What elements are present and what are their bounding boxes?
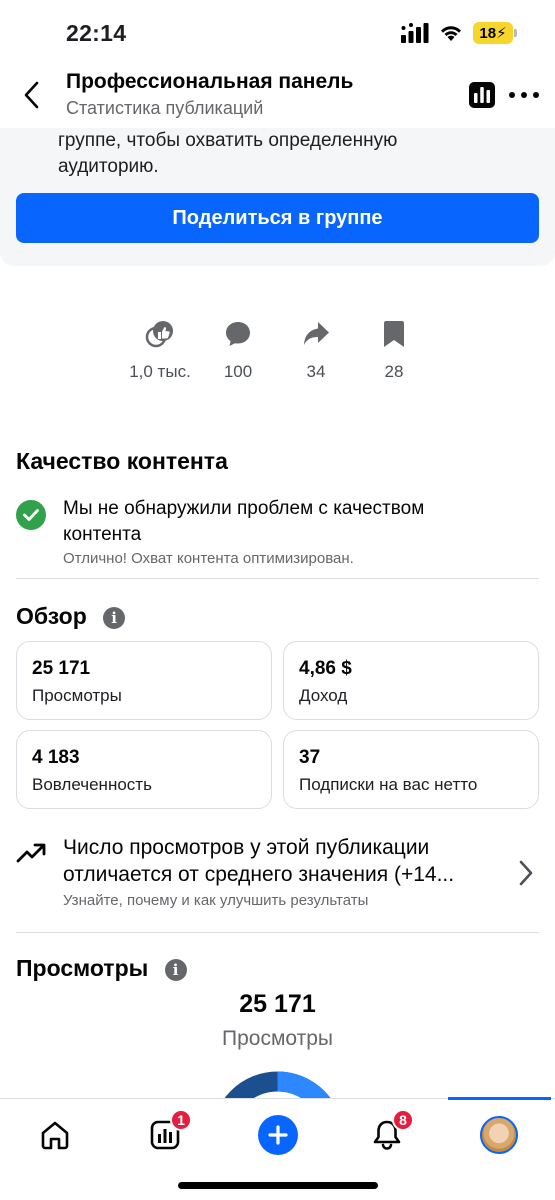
active-tab-indicator: [448, 1097, 551, 1100]
reactions-stat[interactable]: 1,0 тыс.: [115, 318, 205, 382]
nav-notifications[interactable]: 8: [362, 1109, 414, 1157]
shares-count: 34: [306, 362, 326, 381]
nav-professional-dashboard[interactable]: 1: [140, 1109, 192, 1157]
overview-card-label: Подписки на вас нетто: [299, 775, 478, 794]
bar-chart-icon: [469, 82, 495, 108]
more-options-button[interactable]: [509, 82, 539, 108]
back-button[interactable]: [18, 78, 44, 112]
page-subtitle: Статистика публикаций: [66, 98, 264, 118]
content-quality-subtext: Отлично! Охват контента оптимизирован.: [63, 550, 354, 567]
shares-stat[interactable]: 34: [271, 318, 361, 382]
overview-card-value: 25 171: [32, 658, 91, 679]
insights-chart-button[interactable]: [469, 82, 495, 108]
notification-badge: 1: [170, 1109, 192, 1131]
overview-card-label: Просмотры: [32, 686, 122, 705]
overview-title-text: Обзор: [16, 603, 87, 629]
views-total-label: Просмотры: [222, 1027, 333, 1050]
overview-card-views[interactable]: 25 171 Просмотры: [16, 641, 272, 720]
battery-icon: 18 ⚡: [473, 22, 517, 44]
overview-card-engagement[interactable]: 4 183 Вовлеченность: [16, 730, 272, 809]
saves-count: 28: [384, 362, 404, 381]
insight-text-line: Число просмотров у этой публикации: [63, 836, 430, 859]
saves-stat[interactable]: 28: [349, 318, 439, 382]
overview-card-value: 4,86 $: [299, 658, 352, 679]
insight-text-line: отличается от среднего значения (+14...: [63, 863, 455, 886]
info-icon[interactable]: i: [103, 606, 126, 629]
notification-badge: 8: [392, 1109, 414, 1131]
engagement-stats: 1,0 тыс. 100 34 28: [0, 318, 555, 388]
overview-card-net-follows[interactable]: 37 Подписки на вас нетто: [283, 730, 539, 809]
overview-title: Обзор i: [16, 603, 126, 630]
more-dot: [521, 92, 527, 98]
nav-create[interactable]: [253, 1113, 303, 1157]
comment-icon: [226, 322, 250, 346]
content-quality-message: Мы не обнаружили проблем с качеством кон…: [63, 496, 503, 548]
quality-message-line: Мы не обнаружили проблем с качеством: [63, 498, 425, 519]
comments-count: 100: [223, 362, 253, 381]
overview-card-label: Вовлеченность: [32, 775, 152, 794]
share-to-group-button[interactable]: Поделиться в группе: [16, 193, 539, 243]
check-circle-icon: [16, 500, 46, 530]
insight-text: Число просмотров у этой публикации отлич…: [63, 834, 493, 888]
share-card-text: группе, чтобы охватить определенную ауди…: [58, 128, 498, 180]
share-icon: [304, 322, 329, 345]
more-dot: [509, 92, 515, 98]
home-icon: [41, 1121, 69, 1150]
more-dot: [533, 92, 539, 98]
chevron-right-icon: [519, 860, 533, 886]
insight-subtext: Узнайте, почему и как улучшить результат…: [63, 892, 369, 909]
status-icons: 18 ⚡: [401, 22, 517, 44]
status-bar: 22:14 18 ⚡: [0, 0, 555, 62]
divider: [16, 578, 539, 579]
views-total-value: 25 171: [239, 990, 316, 1018]
nav-home[interactable]: [30, 1113, 80, 1157]
reactions-count: 1,0 тыс.: [129, 362, 191, 381]
comments-stat[interactable]: 100: [193, 318, 283, 382]
nav-profile[interactable]: [474, 1113, 524, 1157]
page-title: Профессиональная панель: [66, 70, 354, 93]
plus-icon: [258, 1115, 298, 1155]
chevron-left-icon: [24, 81, 39, 109]
share-card-text-line: группе, чтобы охватить определенную: [58, 130, 398, 151]
info-icon[interactable]: i: [164, 958, 187, 981]
content-quality-title: Качество контента: [16, 448, 228, 474]
share-to-group-card: группе, чтобы охватить определенную ауди…: [0, 128, 555, 266]
overview-card-label: Доход: [299, 686, 348, 705]
battery-level: 18: [479, 24, 497, 42]
divider: [16, 932, 539, 933]
trending-up-icon: [16, 843, 46, 863]
overview-card-earnings[interactable]: 4,86 $ Доход: [283, 641, 539, 720]
quality-message-line: контента: [63, 524, 142, 545]
overview-card-value: 37: [299, 747, 321, 768]
views-title-text: Просмотры: [16, 955, 149, 981]
overview-card-value: 4 183: [32, 747, 80, 768]
header: Профессиональная панель Статистика публи…: [0, 62, 555, 128]
views-section-title: Просмотры i: [16, 955, 187, 982]
wifi-icon: [441, 26, 461, 41]
signal-icon: [401, 23, 429, 43]
bookmark-icon: [384, 321, 404, 347]
home-indicator: [178, 1182, 378, 1189]
avatar: [480, 1116, 518, 1154]
status-time: 22:14: [66, 20, 127, 46]
reactions-icon: [145, 321, 173, 348]
share-card-text-line: аудиторию.: [58, 156, 159, 177]
views-insight-row[interactable]: Число просмотров у этой публикации отлич…: [16, 834, 539, 914]
